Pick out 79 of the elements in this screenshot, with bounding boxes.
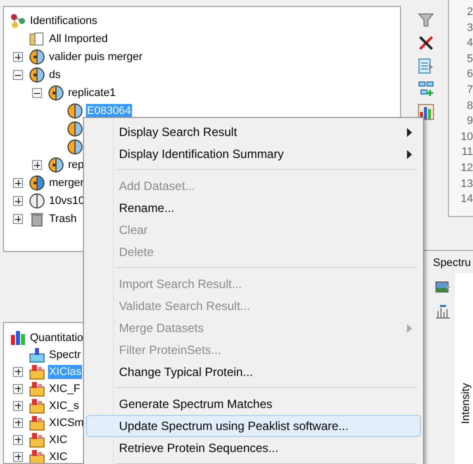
xic-icon: [29, 398, 45, 414]
tree-item[interactable]: XIC_s: [48, 398, 80, 412]
half-circle-icon: [29, 67, 45, 83]
image-export-icon[interactable]: [435, 279, 451, 295]
line-number: 10: [460, 130, 473, 144]
submenu-arrow-icon: [407, 128, 412, 136]
half-circle-icon: [29, 49, 45, 65]
tree-item[interactable]: Quantitatio: [29, 330, 84, 344]
bar-chart-icon: [10, 330, 26, 346]
line-number: 7: [466, 82, 473, 98]
table-export-icon[interactable]: [418, 58, 434, 74]
spectral-count-icon: [29, 346, 45, 362]
bar-chart-icon[interactable]: [418, 104, 434, 120]
line-number: 14: [460, 192, 473, 207]
line-number: 12: [460, 160, 473, 176]
line-number: 2: [466, 5, 473, 20]
expander-toggle[interactable]: [13, 214, 23, 224]
half-circle-icon: [67, 121, 83, 137]
expander-toggle[interactable]: [13, 70, 23, 80]
tree-item[interactable]: Identifications: [29, 14, 98, 28]
tree-item[interactable]: valider puis merger: [48, 50, 144, 64]
axis-label: Intensity: [460, 383, 472, 424]
menu-item[interactable]: Update Spectrum using Peaklist software...: [86, 415, 421, 437]
tree-item[interactable]: XIC: [48, 432, 68, 446]
expander-toggle[interactable]: [32, 88, 42, 98]
line-number: 3: [466, 20, 473, 36]
tree-item[interactable]: XICSm: [48, 416, 85, 430]
xic-icon: [29, 364, 45, 380]
expander-toggle[interactable]: [13, 366, 23, 376]
half-circle-icon: [48, 157, 64, 173]
tree-item[interactable]: replicate1: [67, 86, 117, 100]
line-number: 6: [466, 67, 473, 82]
line-number: 5: [466, 52, 473, 66]
tree-item[interactable]: Spectr: [48, 348, 82, 362]
peaks-chart-icon[interactable]: [435, 303, 451, 319]
expander-toggle[interactable]: [13, 52, 23, 62]
xic-icon: [29, 414, 45, 430]
filter-icon[interactable]: [418, 12, 434, 28]
xic-icon: [29, 448, 45, 463]
expander-toggle[interactable]: [13, 400, 23, 410]
tree-item[interactable]: Trash: [48, 212, 78, 226]
line-number: 4: [466, 36, 473, 51]
expander-toggle[interactable]: [13, 178, 23, 188]
menu-item[interactable]: Change Typical Protein...: [86, 361, 421, 383]
xic-icon: [29, 380, 45, 396]
menu-item[interactable]: Generate Spectrum Matches: [86, 393, 421, 415]
xic-icon: [29, 432, 45, 448]
menu-item[interactable]: Display Search Result: [86, 121, 421, 143]
folder-icon: [29, 31, 45, 47]
submenu-arrow-icon: [407, 150, 412, 158]
expander-toggle[interactable]: [13, 418, 23, 428]
half-circle-icon: [29, 175, 45, 191]
line-number: 8: [466, 98, 473, 114]
tree-item[interactable]: XIC: [48, 450, 68, 463]
expander-toggle[interactable]: [13, 384, 23, 394]
expander-toggle[interactable]: [32, 160, 42, 170]
half-circle-icon: [48, 85, 64, 101]
line-number: 9: [466, 114, 473, 129]
menu-item[interactable]: Retrieve Protein Sequences...: [86, 437, 421, 459]
expander-toggle[interactable]: [13, 452, 23, 462]
trash-icon: [29, 211, 45, 227]
tree-item[interactable]: merger: [48, 176, 85, 190]
line-number: 11: [462, 145, 473, 160]
expander-toggle[interactable]: [13, 196, 23, 206]
panel-tab[interactable]: Spectru: [431, 257, 473, 269]
tree-item[interactable]: XIC_F: [48, 382, 82, 396]
submenu-arrow-icon: [407, 324, 412, 332]
menu-item[interactable]: Display Identification Summary: [86, 143, 421, 165]
expander-toggle[interactable]: [13, 434, 23, 444]
tree-item[interactable]: rep: [67, 158, 85, 172]
circle-icon: [29, 193, 45, 209]
tree-item[interactable]: ds: [48, 68, 62, 82]
tree-item[interactable]: All Imported: [48, 32, 109, 46]
network-icon: [10, 13, 26, 29]
line-number: 13: [460, 176, 473, 192]
menu-item[interactable]: Rename...: [86, 197, 421, 219]
half-circle-icon: [67, 103, 83, 119]
half-circle-icon: [67, 139, 83, 155]
tree-add-icon[interactable]: [418, 81, 434, 97]
